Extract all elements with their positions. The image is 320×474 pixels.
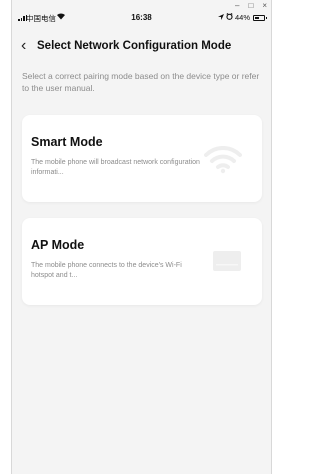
- smart-mode-title: Smart Mode: [31, 135, 103, 149]
- device-icon: [213, 251, 241, 271]
- ap-mode-description: The mobile phone connects to the device'…: [31, 262, 182, 279]
- status-bar: 中国电信 16:38 44%: [12, 12, 271, 26]
- app-window: – □ × 中国电信 16:38 44% ‹ Select Network Co…: [11, 0, 272, 474]
- alarm-icon: [226, 12, 233, 22]
- smart-mode-description: The mobile phone will broadcast network …: [31, 159, 200, 176]
- ap-mode-title: AP Mode: [31, 238, 85, 252]
- wifi-icon: [204, 146, 242, 174]
- minimize-button[interactable]: –: [235, 1, 239, 10]
- close-button[interactable]: ×: [262, 1, 267, 10]
- battery-percent: 44%: [234, 13, 250, 22]
- instruction-text: Select a correct pairing mode based on t…: [22, 71, 260, 93]
- nav-bar: ‹ Select Network Configuration Mode: [12, 35, 271, 59]
- location-icon: [217, 13, 224, 22]
- maximize-button[interactable]: □: [248, 1, 253, 10]
- back-chevron-icon[interactable]: ‹: [21, 36, 26, 56]
- battery-icon: [253, 14, 267, 21]
- smart-mode-card[interactable]: Smart Mode The mobile phone will broadca…: [22, 115, 262, 202]
- page-title: Select Network Configuration Mode: [37, 40, 232, 52]
- ap-mode-card[interactable]: AP Mode The mobile phone connects to the…: [22, 218, 262, 305]
- window-controls: – □ ×: [235, 1, 267, 10]
- status-right: 44%: [217, 12, 267, 22]
